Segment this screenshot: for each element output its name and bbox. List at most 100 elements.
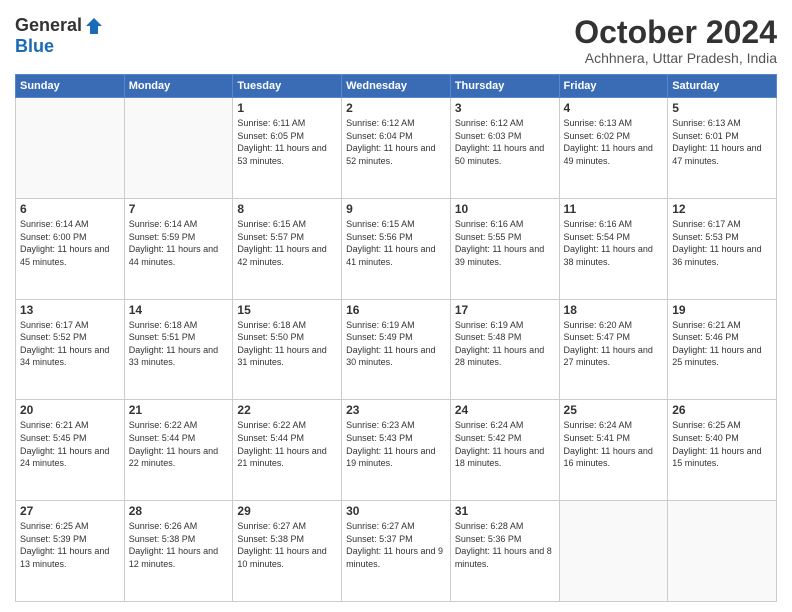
day-info: Sunrise: 6:25 AM Sunset: 5:39 PM Dayligh… xyxy=(20,520,120,570)
day-info: Sunrise: 6:15 AM Sunset: 5:56 PM Dayligh… xyxy=(346,218,446,268)
table-row: 20 Sunrise: 6:21 AM Sunset: 5:45 PM Dayl… xyxy=(16,400,125,501)
table-row xyxy=(124,98,233,199)
day-info: Sunrise: 6:12 AM Sunset: 6:04 PM Dayligh… xyxy=(346,117,446,167)
day-info: Sunrise: 6:21 AM Sunset: 5:46 PM Dayligh… xyxy=(672,319,772,369)
table-row: 31 Sunrise: 6:28 AM Sunset: 5:36 PM Dayl… xyxy=(450,501,559,602)
table-row: 18 Sunrise: 6:20 AM Sunset: 5:47 PM Dayl… xyxy=(559,299,668,400)
table-row: 4 Sunrise: 6:13 AM Sunset: 6:02 PM Dayli… xyxy=(559,98,668,199)
day-number: 30 xyxy=(346,504,446,518)
day-info: Sunrise: 6:13 AM Sunset: 6:02 PM Dayligh… xyxy=(564,117,664,167)
table-row: 21 Sunrise: 6:22 AM Sunset: 5:44 PM Dayl… xyxy=(124,400,233,501)
day-info: Sunrise: 6:11 AM Sunset: 6:05 PM Dayligh… xyxy=(237,117,337,167)
table-row: 14 Sunrise: 6:18 AM Sunset: 5:51 PM Dayl… xyxy=(124,299,233,400)
day-info: Sunrise: 6:14 AM Sunset: 6:00 PM Dayligh… xyxy=(20,218,120,268)
table-row: 16 Sunrise: 6:19 AM Sunset: 5:49 PM Dayl… xyxy=(342,299,451,400)
day-info: Sunrise: 6:13 AM Sunset: 6:01 PM Dayligh… xyxy=(672,117,772,167)
day-info: Sunrise: 6:15 AM Sunset: 5:57 PM Dayligh… xyxy=(237,218,337,268)
day-number: 6 xyxy=(20,202,120,216)
day-number: 15 xyxy=(237,303,337,317)
day-number: 8 xyxy=(237,202,337,216)
table-row: 26 Sunrise: 6:25 AM Sunset: 5:40 PM Dayl… xyxy=(668,400,777,501)
logo: General Blue xyxy=(15,15,104,57)
day-number: 27 xyxy=(20,504,120,518)
table-row: 19 Sunrise: 6:21 AM Sunset: 5:46 PM Dayl… xyxy=(668,299,777,400)
day-info: Sunrise: 6:22 AM Sunset: 5:44 PM Dayligh… xyxy=(237,419,337,469)
calendar-row: 20 Sunrise: 6:21 AM Sunset: 5:45 PM Dayl… xyxy=(16,400,777,501)
day-info: Sunrise: 6:24 AM Sunset: 5:41 PM Dayligh… xyxy=(564,419,664,469)
day-info: Sunrise: 6:21 AM Sunset: 5:45 PM Dayligh… xyxy=(20,419,120,469)
day-info: Sunrise: 6:18 AM Sunset: 5:51 PM Dayligh… xyxy=(129,319,229,369)
day-number: 26 xyxy=(672,403,772,417)
header-friday: Friday xyxy=(559,75,668,98)
day-number: 12 xyxy=(672,202,772,216)
calendar-header-row: Sunday Monday Tuesday Wednesday Thursday… xyxy=(16,75,777,98)
day-number: 20 xyxy=(20,403,120,417)
calendar-row: 6 Sunrise: 6:14 AM Sunset: 6:00 PM Dayli… xyxy=(16,198,777,299)
table-row: 7 Sunrise: 6:14 AM Sunset: 5:59 PM Dayli… xyxy=(124,198,233,299)
table-row: 17 Sunrise: 6:19 AM Sunset: 5:48 PM Dayl… xyxy=(450,299,559,400)
day-info: Sunrise: 6:19 AM Sunset: 5:48 PM Dayligh… xyxy=(455,319,555,369)
title-section: October 2024 Achhnera, Uttar Pradesh, In… xyxy=(574,15,777,66)
table-row xyxy=(668,501,777,602)
day-number: 4 xyxy=(564,101,664,115)
day-number: 19 xyxy=(672,303,772,317)
day-number: 28 xyxy=(129,504,229,518)
logo-general-text: General xyxy=(15,15,82,36)
table-row: 1 Sunrise: 6:11 AM Sunset: 6:05 PM Dayli… xyxy=(233,98,342,199)
table-row: 24 Sunrise: 6:24 AM Sunset: 5:42 PM Dayl… xyxy=(450,400,559,501)
day-number: 1 xyxy=(237,101,337,115)
table-row: 2 Sunrise: 6:12 AM Sunset: 6:04 PM Dayli… xyxy=(342,98,451,199)
day-number: 25 xyxy=(564,403,664,417)
table-row: 6 Sunrise: 6:14 AM Sunset: 6:00 PM Dayli… xyxy=(16,198,125,299)
day-number: 14 xyxy=(129,303,229,317)
table-row xyxy=(559,501,668,602)
calendar-row: 13 Sunrise: 6:17 AM Sunset: 5:52 PM Dayl… xyxy=(16,299,777,400)
table-row xyxy=(16,98,125,199)
day-number: 5 xyxy=(672,101,772,115)
day-info: Sunrise: 6:18 AM Sunset: 5:50 PM Dayligh… xyxy=(237,319,337,369)
day-number: 10 xyxy=(455,202,555,216)
day-number: 22 xyxy=(237,403,337,417)
day-info: Sunrise: 6:27 AM Sunset: 5:37 PM Dayligh… xyxy=(346,520,446,570)
page: General Blue October 2024 Achhnera, Utta… xyxy=(0,0,792,612)
table-row: 3 Sunrise: 6:12 AM Sunset: 6:03 PM Dayli… xyxy=(450,98,559,199)
header-tuesday: Tuesday xyxy=(233,75,342,98)
day-number: 24 xyxy=(455,403,555,417)
header-saturday: Saturday xyxy=(668,75,777,98)
table-row: 25 Sunrise: 6:24 AM Sunset: 5:41 PM Dayl… xyxy=(559,400,668,501)
day-number: 18 xyxy=(564,303,664,317)
calendar-row: 27 Sunrise: 6:25 AM Sunset: 5:39 PM Dayl… xyxy=(16,501,777,602)
day-info: Sunrise: 6:19 AM Sunset: 5:49 PM Dayligh… xyxy=(346,319,446,369)
day-info: Sunrise: 6:17 AM Sunset: 5:52 PM Dayligh… xyxy=(20,319,120,369)
table-row: 30 Sunrise: 6:27 AM Sunset: 5:37 PM Dayl… xyxy=(342,501,451,602)
table-row: 15 Sunrise: 6:18 AM Sunset: 5:50 PM Dayl… xyxy=(233,299,342,400)
day-info: Sunrise: 6:14 AM Sunset: 5:59 PM Dayligh… xyxy=(129,218,229,268)
table-row: 28 Sunrise: 6:26 AM Sunset: 5:38 PM Dayl… xyxy=(124,501,233,602)
day-info: Sunrise: 6:28 AM Sunset: 5:36 PM Dayligh… xyxy=(455,520,555,570)
day-info: Sunrise: 6:16 AM Sunset: 5:55 PM Dayligh… xyxy=(455,218,555,268)
month-title: October 2024 xyxy=(574,15,777,50)
day-number: 11 xyxy=(564,202,664,216)
day-number: 7 xyxy=(129,202,229,216)
table-row: 11 Sunrise: 6:16 AM Sunset: 5:54 PM Dayl… xyxy=(559,198,668,299)
day-info: Sunrise: 6:25 AM Sunset: 5:40 PM Dayligh… xyxy=(672,419,772,469)
day-number: 13 xyxy=(20,303,120,317)
day-number: 3 xyxy=(455,101,555,115)
header-sunday: Sunday xyxy=(16,75,125,98)
table-row: 12 Sunrise: 6:17 AM Sunset: 5:53 PM Dayl… xyxy=(668,198,777,299)
day-info: Sunrise: 6:16 AM Sunset: 5:54 PM Dayligh… xyxy=(564,218,664,268)
calendar-table: Sunday Monday Tuesday Wednesday Thursday… xyxy=(15,74,777,602)
table-row: 10 Sunrise: 6:16 AM Sunset: 5:55 PM Dayl… xyxy=(450,198,559,299)
calendar-row: 1 Sunrise: 6:11 AM Sunset: 6:05 PM Dayli… xyxy=(16,98,777,199)
day-number: 17 xyxy=(455,303,555,317)
table-row: 27 Sunrise: 6:25 AM Sunset: 5:39 PM Dayl… xyxy=(16,501,125,602)
day-info: Sunrise: 6:17 AM Sunset: 5:53 PM Dayligh… xyxy=(672,218,772,268)
day-info: Sunrise: 6:22 AM Sunset: 5:44 PM Dayligh… xyxy=(129,419,229,469)
header-wednesday: Wednesday xyxy=(342,75,451,98)
day-info: Sunrise: 6:24 AM Sunset: 5:42 PM Dayligh… xyxy=(455,419,555,469)
day-number: 31 xyxy=(455,504,555,518)
table-row: 5 Sunrise: 6:13 AM Sunset: 6:01 PM Dayli… xyxy=(668,98,777,199)
logo-icon xyxy=(84,16,104,36)
header-thursday: Thursday xyxy=(450,75,559,98)
day-number: 29 xyxy=(237,504,337,518)
